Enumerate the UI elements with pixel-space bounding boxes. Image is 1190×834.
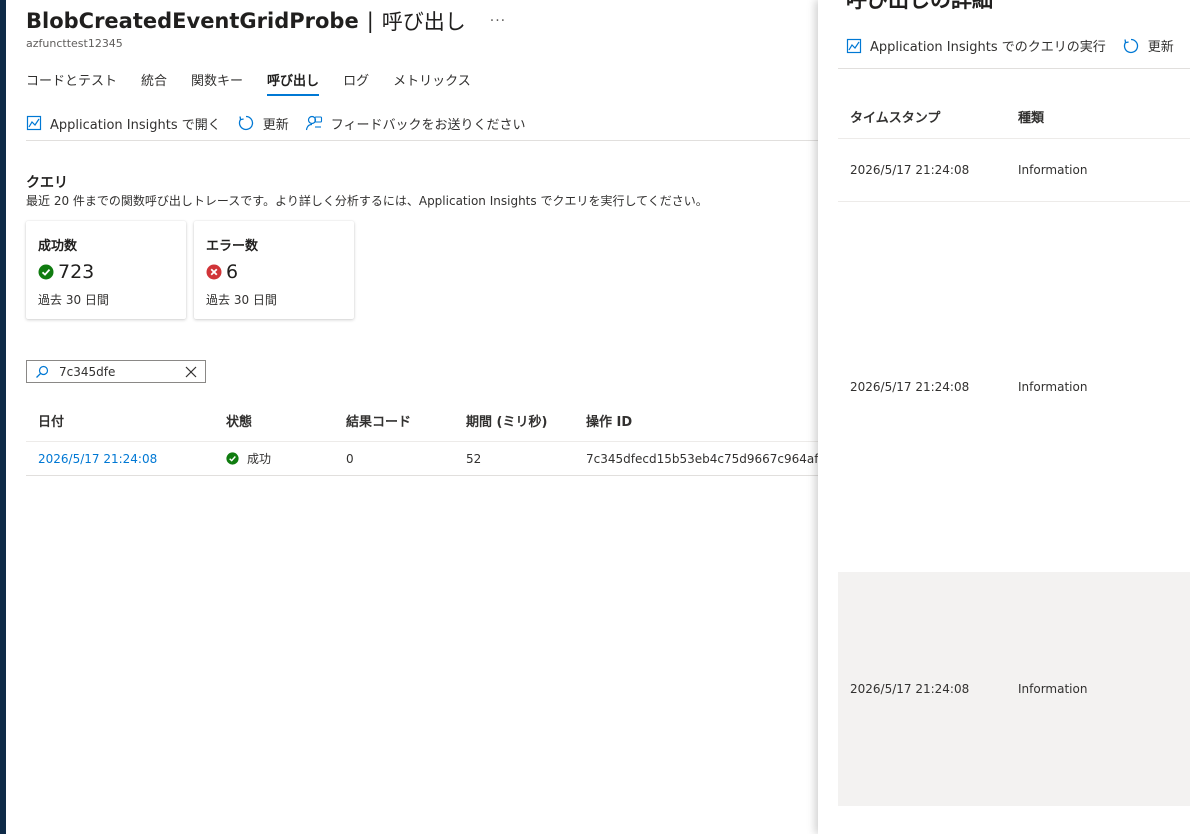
refresh-icon — [1123, 38, 1138, 53]
panel-toolbar-divider — [838, 68, 1190, 69]
invocation-status-text: 成功 — [247, 452, 272, 466]
tab-invocations[interactable]: 呼び出し — [267, 60, 320, 96]
toolbar-divider — [26, 140, 818, 141]
open-application-insights-label: Application Insights で開く — [50, 117, 221, 133]
invocation-result-code: 0 — [346, 451, 354, 466]
column-header-result-code[interactable]: 結果コード — [346, 411, 466, 430]
query-section-title: クエリ — [26, 175, 68, 191]
error-count-card: エラー数 6 過去 30 日間 — [194, 221, 354, 319]
column-header-duration[interactable]: 期間 (ミリ秒) — [466, 411, 586, 430]
column-header-date[interactable]: 日付 — [26, 411, 226, 430]
trace-type: Information — [1018, 682, 1088, 696]
panel-toolbar: Application Insights でのクエリの実行 更新 — [846, 36, 1190, 55]
refresh-icon — [238, 115, 253, 131]
resource-name: azfuncttest12345 — [26, 37, 123, 50]
table-row: 2026/5/17 21:24:08 成功 0 52 7c345dfecd15b… — [26, 442, 818, 476]
title-separator: | — [366, 9, 374, 33]
panel-refresh-label: 更新 — [1147, 40, 1174, 55]
table-row[interactable]: 2026/5/17 21:24:08 Information — [838, 139, 1190, 202]
search-input[interactable] — [59, 364, 169, 379]
tab-function-keys[interactable]: 関数キー — [191, 60, 243, 96]
open-application-insights-button[interactable]: Application Insights で開く — [26, 114, 221, 133]
success-count-value: 723 — [58, 261, 95, 283]
invocation-duration: 52 — [466, 451, 482, 466]
column-header-operation-id[interactable]: 操作 ID — [586, 411, 818, 430]
run-query-button[interactable]: Application Insights でのクエリの実行 — [846, 36, 1106, 55]
success-check-icon — [38, 264, 54, 280]
feedback-icon — [305, 115, 322, 131]
chart-icon — [26, 115, 42, 131]
success-count-title: 成功数 — [38, 239, 78, 254]
error-x-icon — [206, 264, 222, 280]
tab-code-test[interactable]: コードとテスト — [26, 60, 117, 96]
query-section-description: 最近 20 件までの関数呼び出しトレースです。より詳しく分析するには、Appli… — [26, 194, 708, 208]
column-header-status[interactable]: 状態 — [226, 411, 346, 430]
main-content: BlobCreatedEventGridProbe | 呼び出し ··· azf… — [6, 0, 818, 834]
trace-timestamp: 2026/5/17 21:24:08 — [850, 163, 970, 177]
success-count-period: 過去 30 日間 — [38, 293, 109, 307]
success-count-value-row: 723 — [38, 261, 94, 283]
table-header: 日付 状態 結果コード 期間 (ミリ秒) 操作 ID — [26, 400, 818, 442]
invocation-operation-id: 7c345dfecd15b53eb4c75d9667c964af — [586, 451, 818, 466]
trace-timestamp: 2026/5/17 21:24:08 — [850, 380, 970, 394]
run-query-label: Application Insights でのクエリの実行 — [870, 40, 1106, 55]
trace-table-header: タイムスタンプ 種類 — [838, 95, 1190, 139]
page-title-row: BlobCreatedEventGridProbe | 呼び出し ··· — [26, 6, 506, 36]
invocation-details-panel: 呼び出しの詳細 Application Insights でのクエリの実行 更新… — [818, 0, 1190, 834]
refresh-button[interactable]: 更新 — [237, 114, 289, 133]
table-row[interactable]: 2026/5/17 21:24:08 Information — [838, 572, 1190, 806]
error-count-period: 過去 30 日間 — [206, 293, 277, 307]
more-options-button[interactable]: ··· — [490, 13, 506, 29]
error-count-value-row: 6 — [206, 261, 238, 283]
page-subtitle: 呼び出し — [381, 10, 466, 34]
trace-timestamp: 2026/5/17 21:24:08 — [850, 682, 970, 696]
trace-type: Information — [1018, 380, 1088, 394]
invocations-table: 日付 状態 結果コード 期間 (ミリ秒) 操作 ID 2026/5/17 21:… — [26, 400, 818, 476]
tab-logs[interactable]: ログ — [343, 60, 369, 96]
tab-integration[interactable]: 統合 — [141, 60, 167, 96]
tab-bar: コードとテスト 統合 関数キー 呼び出し ログ メトリックス — [26, 60, 495, 96]
panel-refresh-button[interactable]: 更新 — [1122, 36, 1174, 55]
search-icon — [36, 365, 49, 378]
tab-metrics[interactable]: メトリックス — [393, 60, 471, 96]
success-count-card: 成功数 723 過去 30 日間 — [26, 221, 186, 319]
page-title: BlobCreatedEventGridProbe — [26, 9, 359, 33]
invocation-date-link[interactable]: 2026/5/17 21:24:08 — [26, 452, 226, 466]
error-count-title: エラー数 — [206, 239, 259, 254]
feedback-label: フィードバックをお送りください — [330, 117, 526, 133]
column-header-type[interactable]: 種類 — [1018, 107, 1190, 126]
error-count-value: 6 — [226, 261, 239, 283]
column-header-timestamp[interactable]: タイムスタンプ — [838, 107, 1018, 126]
trace-type: Information — [1018, 163, 1088, 177]
table-row[interactable]: 2026/5/17 21:24:08 Information — [838, 202, 1190, 572]
chart-icon — [846, 38, 862, 53]
trace-table: タイムスタンプ 種類 2026/5/17 21:24:08 Informatio… — [838, 95, 1190, 806]
refresh-label: 更新 — [262, 117, 289, 133]
toolbar: Application Insights で開く 更新 フィードバックをお送りく… — [26, 108, 542, 138]
search-box — [26, 360, 206, 383]
feedback-button[interactable]: フィードバックをお送りください — [305, 114, 526, 133]
success-check-icon — [226, 452, 239, 465]
panel-title: 呼び出しの詳細 — [846, 0, 993, 12]
clear-search-icon[interactable] — [185, 366, 197, 378]
invocation-status: 成功 — [226, 450, 346, 467]
